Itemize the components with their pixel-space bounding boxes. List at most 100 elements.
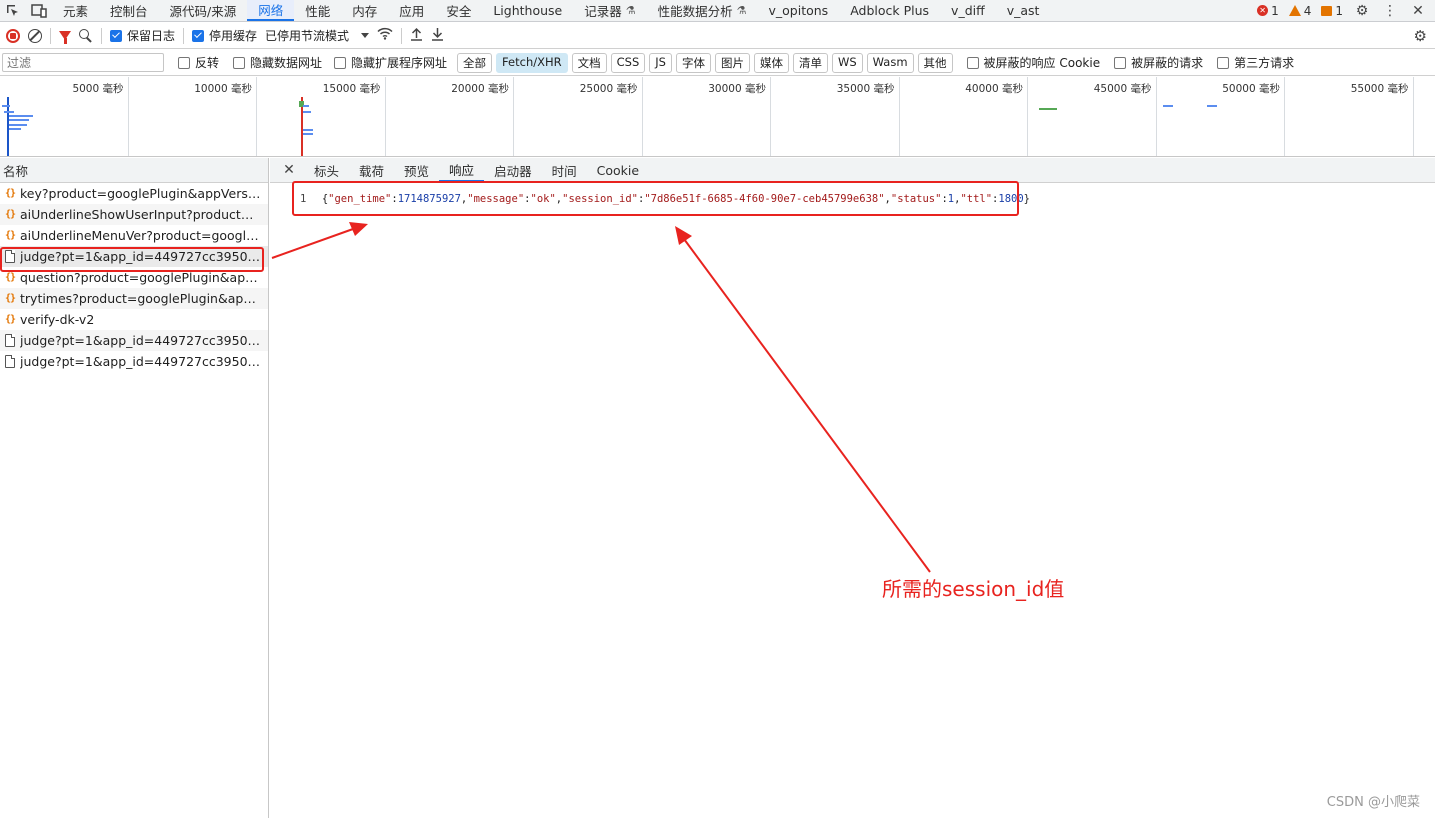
checkbox-checked[interactable] bbox=[110, 29, 122, 42]
disable-cache-checkbox[interactable]: 停用缓存 bbox=[192, 27, 257, 44]
xhr-icon: {} bbox=[4, 293, 16, 304]
import-har-icon[interactable] bbox=[410, 27, 423, 45]
request-row[interactable]: {} verify-dk-v2 bbox=[0, 309, 268, 330]
document-icon bbox=[5, 250, 15, 263]
close-detail-icon[interactable]: ✕ bbox=[278, 158, 300, 182]
checkbox-unchecked[interactable] bbox=[1114, 56, 1127, 69]
detail-tab-0[interactable]: 标头 bbox=[304, 158, 349, 182]
request-row[interactable]: {} trytimes?product=googlePlugin&appVe... bbox=[0, 288, 268, 309]
tab-8[interactable]: Lighthouse bbox=[482, 0, 573, 21]
hide-data-urls-checkbox[interactable]: 隐藏数据网址 bbox=[233, 54, 322, 71]
request-row[interactable]: judge?pt=1&app_id=449727cc395032a... bbox=[0, 330, 268, 351]
tab-6[interactable]: 应用 bbox=[388, 0, 435, 21]
divider bbox=[101, 27, 102, 44]
checkbox-unchecked[interactable] bbox=[178, 56, 190, 69]
warning-count-badge[interactable]: 4 bbox=[1288, 4, 1311, 18]
timeline-gridline: 50000 毫秒 bbox=[1157, 77, 1285, 156]
request-name: verify-dk-v2 bbox=[20, 312, 95, 327]
timeline-gridline: 45000 毫秒 bbox=[1028, 77, 1157, 156]
tab-13[interactable]: v_diff bbox=[940, 0, 996, 21]
error-count-badge[interactable]: ✕ 1 bbox=[1257, 4, 1279, 18]
annotation-label: 所需的session_id值 bbox=[882, 577, 1065, 601]
stop-recording-button[interactable] bbox=[6, 28, 20, 43]
detail-tab-5[interactable]: 时间 bbox=[542, 158, 587, 182]
filter-type-chip[interactable]: JS bbox=[649, 52, 672, 73]
tab-1[interactable]: 控制台 bbox=[99, 0, 159, 21]
more-options-icon[interactable]: ⋮ bbox=[1381, 3, 1399, 19]
detail-tab-3[interactable]: 响应 bbox=[439, 158, 485, 182]
filter-input[interactable] bbox=[2, 53, 164, 72]
request-name: judge?pt=1&app_id=449727cc395032a... bbox=[20, 333, 262, 348]
tab-2[interactable]: 源代码/来源 bbox=[159, 0, 248, 21]
detail-tab-1[interactable]: 载荷 bbox=[349, 158, 394, 182]
tab-10[interactable]: 性能数据分析 ⚗ bbox=[647, 0, 758, 21]
tab-3[interactable]: 网络 bbox=[247, 0, 295, 21]
close-devtools-icon[interactable]: ✕ bbox=[1409, 3, 1427, 19]
filter-type-chip[interactable]: 清单 bbox=[792, 52, 828, 73]
request-list: 名称 {} key?product=googlePlugin&appVersion… bbox=[0, 158, 269, 818]
response-json[interactable]: {"gen_time":1714875927,"message":"ok","s… bbox=[322, 193, 1030, 205]
ttl-value: 1800 bbox=[998, 193, 1024, 205]
export-har-icon[interactable] bbox=[431, 27, 444, 45]
filter-type-chip[interactable]: 文档 bbox=[571, 52, 607, 73]
network-settings-icon[interactable]: ⚙ bbox=[1414, 27, 1427, 45]
filter-type-chip[interactable]: 媒体 bbox=[753, 52, 789, 73]
filter-type-chip[interactable]: 全部 bbox=[457, 52, 493, 73]
tab-11[interactable]: v_opitons bbox=[758, 0, 840, 21]
filter-type-chip[interactable]: Fetch/XHR bbox=[496, 52, 568, 73]
blocked-requests-checkbox[interactable]: 被屏蔽的请求 bbox=[1114, 54, 1203, 71]
timeline-tick-label: 30000 毫秒 bbox=[708, 83, 766, 95]
checkbox-unchecked[interactable] bbox=[1217, 56, 1230, 69]
filter-funnel-icon[interactable] bbox=[59, 31, 71, 44]
record-icon bbox=[10, 32, 16, 39]
xhr-icon: {} bbox=[4, 314, 16, 325]
checkbox-unchecked[interactable] bbox=[334, 56, 347, 69]
issue-icon bbox=[1321, 5, 1333, 16]
filter-type-chip[interactable]: CSS bbox=[610, 52, 646, 73]
throttle-select[interactable]: 已停用节流模式 bbox=[265, 27, 370, 44]
tab-7[interactable]: 安全 bbox=[435, 0, 482, 21]
search-icon[interactable] bbox=[79, 28, 93, 43]
hide-extension-urls-checkbox[interactable]: 隐藏扩展程序网址 bbox=[334, 54, 447, 71]
filter-type-chip[interactable]: Wasm bbox=[866, 52, 914, 73]
tab-0[interactable]: 元素 bbox=[52, 0, 99, 21]
tab-9[interactable]: 记录器 ⚗ bbox=[573, 0, 646, 21]
filter-type-chip[interactable]: 图片 bbox=[714, 52, 750, 73]
network-overview-timeline[interactable]: 5000 毫秒 10000 毫秒 15000 毫秒 20000 毫秒 25000 毫秒 3… bbox=[0, 77, 1435, 157]
tab-5[interactable]: 内存 bbox=[341, 0, 388, 21]
request-row[interactable]: {} key?product=googlePlugin&appVersion... bbox=[0, 183, 268, 204]
clear-button[interactable] bbox=[28, 28, 42, 43]
checkbox-checked[interactable] bbox=[192, 29, 205, 42]
issue-count-badge[interactable]: 1 bbox=[1321, 4, 1343, 18]
blocked-cookies-checkbox[interactable]: 被屏蔽的响应 Cookie bbox=[966, 54, 1100, 71]
timeline-gridline: 20000 毫秒 bbox=[386, 77, 514, 156]
request-row[interactable]: judge?pt=1&app_id=449727cc395032a... bbox=[0, 351, 268, 372]
tab-14[interactable]: v_ast bbox=[996, 0, 1051, 21]
invert-checkbox[interactable]: 反转 bbox=[178, 54, 219, 71]
filter-type-chip[interactable]: 其他 bbox=[917, 52, 953, 73]
filter-type-chip[interactable]: 字体 bbox=[675, 52, 711, 73]
name-column-header[interactable]: 名称 bbox=[0, 158, 268, 183]
preserve-log-checkbox[interactable]: 保留日志 bbox=[110, 27, 175, 44]
request-row[interactable]: {} aiUnderlineShowUserInput?product=go... bbox=[0, 204, 268, 225]
tab-4[interactable]: 性能 bbox=[294, 0, 341, 21]
timeline-gridline: 15000 毫秒 bbox=[257, 77, 386, 156]
filter-bar: 反转 隐藏数据网址 隐藏扩展程序网址 全部Fetch/XHR文档CSSJS字体图… bbox=[0, 50, 1435, 76]
request-row[interactable]: judge?pt=1&app_id=449727cc395032a... bbox=[0, 246, 268, 267]
inspect-element-icon[interactable] bbox=[0, 0, 26, 21]
third-party-checkbox[interactable]: 第三方请求 bbox=[1217, 54, 1294, 71]
detail-tab-2[interactable]: 预览 bbox=[394, 158, 439, 182]
request-row[interactable]: {} aiUnderlineMenuVer?product=googlePl... bbox=[0, 225, 268, 246]
timeline-tick-label: 5000 毫秒 bbox=[72, 83, 124, 95]
network-conditions-icon[interactable] bbox=[377, 27, 393, 44]
filter-type-chip[interactable]: WS bbox=[831, 52, 863, 73]
device-toggle-icon[interactable] bbox=[26, 0, 52, 21]
detail-tab-4[interactable]: 启动器 bbox=[484, 158, 542, 182]
request-row[interactable]: {} question?product=googlePlugin&appVe... bbox=[0, 267, 268, 288]
checkbox-unchecked[interactable] bbox=[966, 56, 979, 69]
detail-tab-6[interactable]: Cookie bbox=[587, 158, 649, 182]
settings-gear-icon[interactable]: ⚙ bbox=[1353, 3, 1371, 19]
response-body-line[interactable]: 1 {"gen_time":1714875927,"message":"ok",… bbox=[270, 188, 1030, 210]
tab-12[interactable]: Adblock Plus bbox=[839, 0, 940, 21]
checkbox-unchecked[interactable] bbox=[233, 56, 246, 69]
